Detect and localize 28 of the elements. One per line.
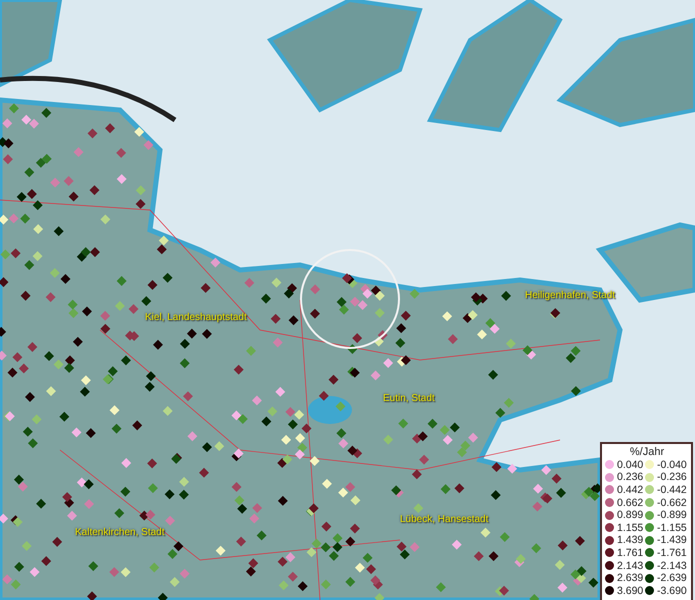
legend-value: -0.040 bbox=[657, 458, 687, 471]
legend-value: 1.439 bbox=[617, 534, 644, 546]
place-label: Lübeck, Hansestadt bbox=[400, 514, 488, 525]
legend-value: 0.899 bbox=[617, 509, 644, 522]
place-label: Eutin, Stadt bbox=[383, 393, 435, 404]
legend-value: -2.639 bbox=[657, 572, 687, 584]
place-label: Kiel, Landeshauptstadt bbox=[145, 312, 247, 323]
legend-value: 1.761 bbox=[617, 546, 644, 559]
legend-value: -1.155 bbox=[657, 522, 687, 534]
legend-value: 0.236 bbox=[617, 471, 644, 484]
legend-value: -2.143 bbox=[657, 560, 687, 572]
legend-value: 2.639 bbox=[617, 572, 644, 584]
place-label: Heiligenhafen, Stadt bbox=[525, 290, 616, 301]
legend-value: -0.662 bbox=[657, 496, 687, 509]
legend-value: -1.439 bbox=[657, 534, 687, 546]
legend-value: -0.236 bbox=[657, 471, 687, 484]
legend-value: 1.155 bbox=[617, 522, 644, 534]
legend-title: %/Jahr bbox=[628, 446, 666, 458]
legend-value: 0.442 bbox=[617, 484, 644, 496]
legend-value: 3.690 bbox=[617, 584, 644, 597]
legend-value: 0.040 bbox=[617, 458, 644, 471]
legend-value: -3.690 bbox=[657, 584, 687, 597]
legend-value: -1.761 bbox=[657, 546, 687, 559]
place-label: Kaltenkirchen, Stadt bbox=[75, 527, 164, 538]
legend-value: -0.442 bbox=[657, 484, 687, 496]
legend-value: 2.143 bbox=[617, 560, 644, 572]
legend-value: -0.899 bbox=[657, 509, 687, 522]
legend-value: 0.662 bbox=[617, 496, 644, 509]
